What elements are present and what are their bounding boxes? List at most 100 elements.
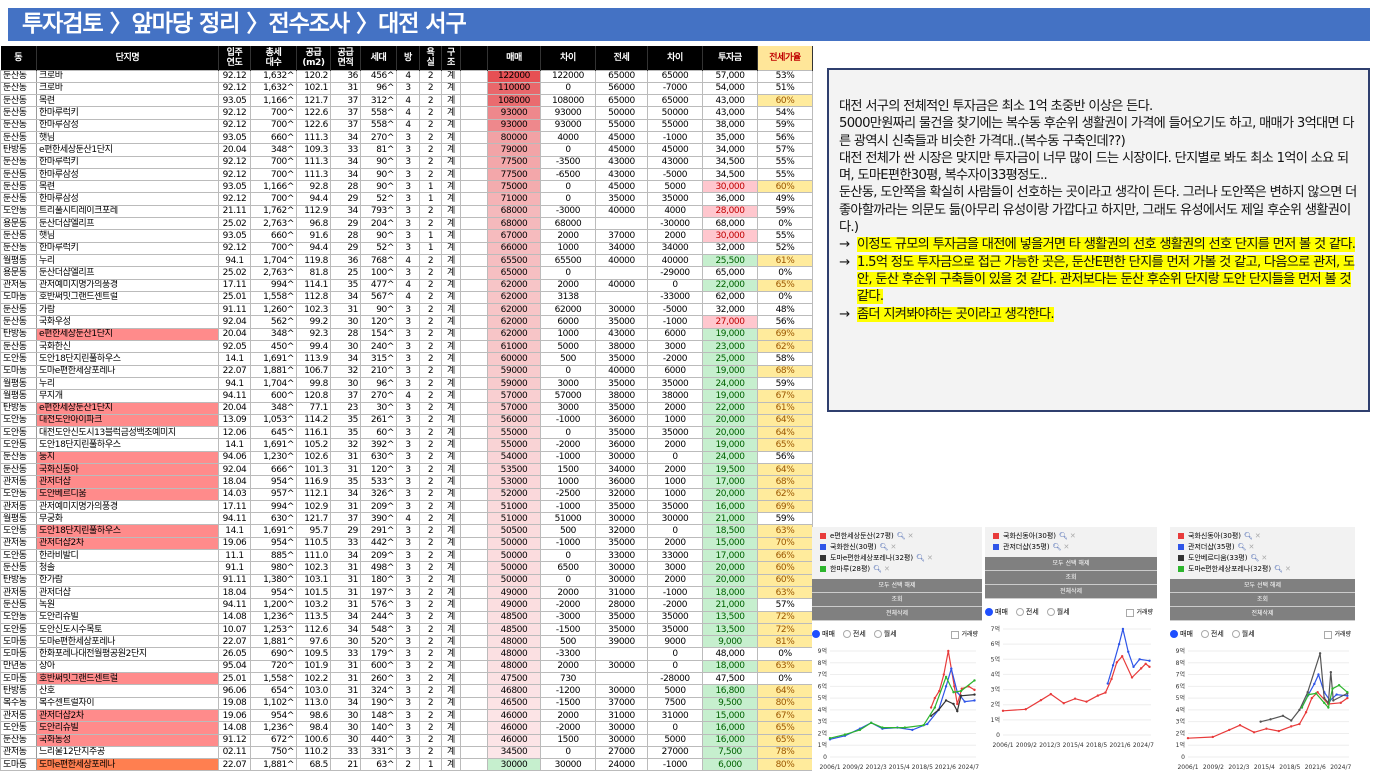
cell-sale-diff[interactable]: 0: [540, 143, 596, 157]
cell-rooms[interactable]: 3: [396, 585, 420, 600]
cell-blank[interactable]: [460, 389, 488, 403]
cell-jeonse-price[interactable]: 65000: [595, 69, 648, 83]
cell-dong[interactable]: 도마동: [0, 635, 37, 649]
table-row[interactable]: 둔산동 한마루삼성 92.12 700^ 94.4 29 52^ 3 1 계 71000 0 35000…: [0, 192, 813, 206]
search-icon[interactable]: 🔍︎: [1238, 543, 1247, 551]
cell-supply-pyeong[interactable]: 31: [330, 573, 361, 587]
cell-units[interactable]: 140^: [360, 721, 397, 735]
cell-structure[interactable]: 계: [441, 81, 461, 96]
column-header[interactable]: 전세: [595, 46, 648, 70]
cell-jeonse-diff[interactable]: 5000: [647, 684, 703, 698]
cell-complex-name[interactable]: 호반써밋그랜드센트럴: [36, 672, 219, 686]
cell-move-in-year[interactable]: 17.11: [218, 499, 251, 514]
cell-supply-m2[interactable]: 106.7: [296, 364, 331, 378]
cell-complex-name[interactable]: 무지개: [36, 389, 219, 403]
cell-structure[interactable]: 계: [441, 585, 461, 600]
cell-jeonse-price[interactable]: 31000: [595, 708, 648, 723]
cell-units[interactable]: 209^: [360, 549, 397, 563]
table-row[interactable]: 월평동 무궁화 94.11 630^ 121.7 37 390^ 4 2 계 51000 51000 3…: [0, 512, 813, 526]
cell-supply-m2[interactable]: 113.5: [296, 610, 331, 624]
cell-structure[interactable]: 계: [441, 512, 461, 526]
radio-button[interactable]: [1170, 630, 1178, 638]
cell-baths[interactable]: 2: [419, 217, 442, 231]
cell-blank[interactable]: [460, 672, 488, 686]
cell-jeonse-ratio[interactable]: 51%: [757, 81, 813, 96]
cell-jeonse-diff[interactable]: 7500: [647, 696, 703, 710]
cell-units[interactable]: 558^: [360, 106, 397, 120]
cell-dong[interactable]: 도마동: [0, 290, 37, 305]
cell-dong[interactable]: 탄방동: [0, 401, 37, 415]
cell-investment[interactable]: 18,000: [702, 585, 758, 600]
cell-supply-pyeong[interactable]: 34: [330, 610, 361, 624]
cell-rooms[interactable]: 4: [396, 118, 420, 132]
cell-investment[interactable]: 15,000: [702, 708, 758, 723]
cell-total-households[interactable]: 1,881^: [250, 758, 297, 772]
cell-move-in-year[interactable]: 94.1: [218, 253, 251, 268]
table-row[interactable]: 둔산동 한마루삼성 92.12 700^ 122.6 37 558^ 4 2 계 93000 9300…: [0, 118, 813, 132]
cell-supply-pyeong[interactable]: 34: [330, 204, 361, 219]
cell-rooms[interactable]: 3: [396, 130, 420, 145]
cell-supply-pyeong[interactable]: 30: [330, 635, 361, 649]
cell-blank[interactable]: [460, 647, 488, 661]
cell-supply-m2[interactable]: 98.6: [296, 708, 331, 723]
cell-supply-pyeong[interactable]: 33: [330, 143, 361, 157]
cell-investment[interactable]: 16,000: [702, 721, 758, 735]
cell-units[interactable]: 52^: [360, 192, 397, 206]
cell-jeonse-ratio[interactable]: 70%: [757, 536, 813, 551]
cell-dong[interactable]: 도안동: [0, 426, 37, 440]
cell-structure[interactable]: 계: [441, 549, 461, 563]
cell-investment[interactable]: 18,000: [702, 659, 758, 674]
cell-jeonse-ratio[interactable]: 66%: [757, 549, 813, 563]
cell-investment[interactable]: 20,000: [702, 413, 758, 428]
cell-structure[interactable]: 계: [441, 340, 461, 354]
cell-rooms[interactable]: 3: [396, 635, 420, 649]
cell-sale-diff[interactable]: -3300: [540, 647, 596, 661]
cell-investment[interactable]: 16,000: [702, 499, 758, 514]
cell-structure[interactable]: 계: [441, 426, 461, 440]
cell-structure[interactable]: 계: [441, 745, 461, 760]
cell-supply-pyeong[interactable]: 37: [330, 118, 361, 132]
cell-jeonse-price[interactable]: 30000: [595, 684, 648, 698]
cell-jeonse-ratio[interactable]: 49%: [757, 192, 813, 206]
cell-complex-name[interactable]: 크로바: [36, 81, 219, 96]
cell-supply-pyeong[interactable]: 34: [330, 130, 361, 145]
cell-supply-m2[interactable]: 112.8: [296, 290, 331, 305]
cell-units[interactable]: 576^: [360, 598, 397, 612]
cell-supply-pyeong[interactable]: 37: [330, 94, 361, 108]
cell-supply-pyeong[interactable]: 36: [330, 253, 361, 268]
cell-jeonse-price[interactable]: 36000: [595, 413, 648, 428]
cell-total-households[interactable]: 1,053^: [250, 413, 297, 428]
cell-supply-m2[interactable]: 109.3: [296, 143, 331, 157]
column-header[interactable]: 방: [396, 46, 420, 70]
cell-complex-name[interactable]: 관저더샵2차: [36, 536, 219, 551]
cell-jeonse-price[interactable]: 43000: [595, 155, 648, 169]
cell-units[interactable]: 260^: [360, 672, 397, 686]
cell-blank[interactable]: [460, 315, 488, 329]
cell-structure[interactable]: 계: [441, 450, 461, 465]
cell-baths[interactable]: 2: [419, 266, 442, 280]
cell-complex-name[interactable]: 한화포레나대전월평공원2단지: [36, 647, 219, 661]
cell-complex-name[interactable]: 둔산더샵엘리프: [36, 266, 219, 280]
cell-investment[interactable]: 34,500: [702, 167, 758, 182]
cell-units[interactable]: 96^: [360, 376, 397, 391]
cell-move-in-year[interactable]: 92.12: [218, 69, 251, 83]
cell-supply-pyeong[interactable]: 37: [330, 512, 361, 526]
cell-total-households[interactable]: 700^: [250, 106, 297, 120]
search-icon[interactable]: 🔍︎: [1274, 565, 1283, 573]
cell-jeonse-diff[interactable]: -1000: [647, 315, 703, 329]
cell-investment[interactable]: 62,000: [702, 290, 758, 305]
cell-complex-name[interactable]: 국화우성: [36, 315, 219, 329]
cell-jeonse-diff[interactable]: 30000: [647, 512, 703, 526]
cell-total-households[interactable]: 700^: [250, 155, 297, 169]
cell-supply-m2[interactable]: 95.7: [296, 524, 331, 538]
cell-jeonse-diff[interactable]: 5000: [647, 180, 703, 194]
checkbox[interactable]: [1324, 630, 1333, 639]
cell-supply-pyeong[interactable]: 37: [330, 389, 361, 403]
cell-move-in-year[interactable]: 20.04: [218, 143, 251, 157]
cell-jeonse-ratio[interactable]: 0%: [757, 672, 813, 686]
cell-baths[interactable]: 2: [419, 106, 442, 120]
cell-rooms[interactable]: 3: [396, 352, 420, 366]
cell-blank[interactable]: [460, 217, 488, 231]
table-row[interactable]: 탄방동 한가람 91.11 1,380^ 103.1 31 180^ 3 2 계 50000 0 300…: [0, 573, 813, 587]
cell-move-in-year[interactable]: 12.06: [218, 426, 251, 440]
